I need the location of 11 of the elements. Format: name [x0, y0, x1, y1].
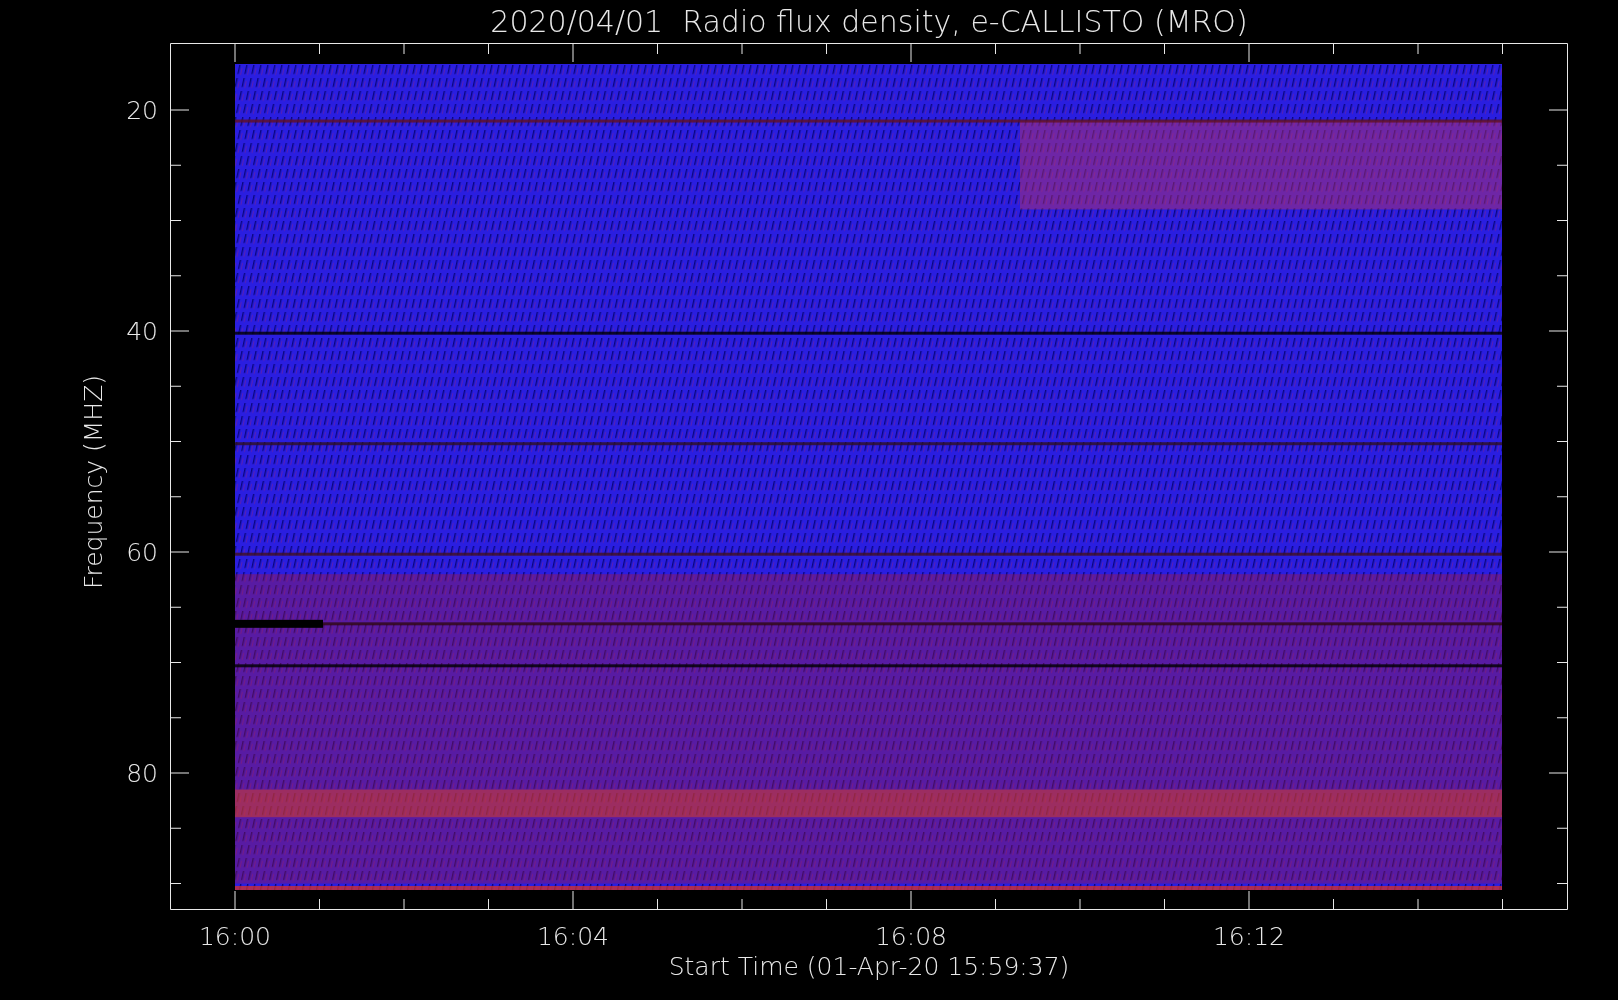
axis-tick-label: 80 [126, 759, 158, 788]
plot-title: 2020/04/01 Radio flux density, e-CALLISTO (MRO) [490, 4, 1248, 39]
x-axis-label: Start Time (01-Apr-20 15:59:37) [668, 952, 1070, 981]
axis-tick-label: 16:12 [1213, 922, 1285, 951]
axis-tick-label: 40 [126, 317, 158, 346]
axis-tick-label: 16:00 [199, 922, 271, 951]
axis-tick-label: 16:04 [537, 922, 609, 951]
axis-tick-label: 16:08 [875, 922, 947, 951]
axis-tick-label: 60 [126, 538, 158, 567]
y-axis-label: Frequency (MHZ) [79, 374, 108, 590]
axis-tick-label: 20 [126, 96, 158, 125]
